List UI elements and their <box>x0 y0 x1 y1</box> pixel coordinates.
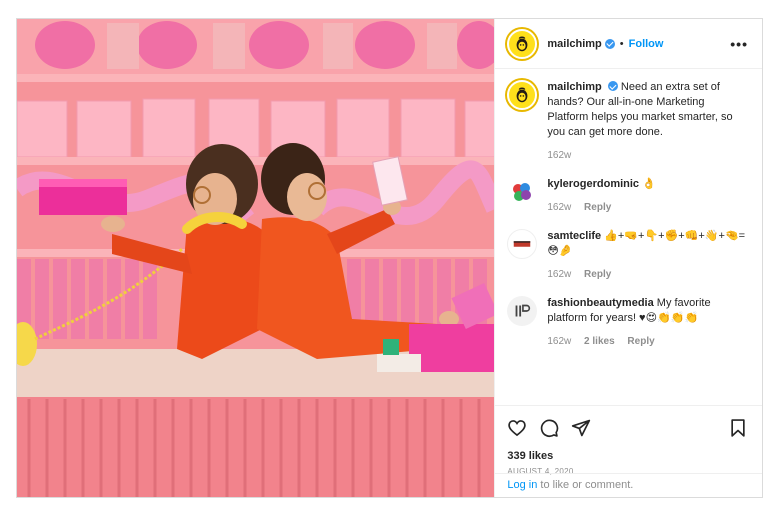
caption-meta: 162w <box>547 148 748 163</box>
avatar-graphic <box>515 304 531 317</box>
post-image <box>17 19 495 497</box>
comment-username[interactable]: samteclife <box>547 230 601 242</box>
mailchimp-logo-icon <box>516 36 528 51</box>
avatar-graphic <box>514 241 531 247</box>
reply-button[interactable]: Reply <box>584 202 611 213</box>
comment-meta: 162w Reply <box>547 200 748 215</box>
comment-meta: 162w Reply <box>547 267 748 282</box>
comment-body: samteclife 👍+🤜+👇+✊+👊+👋+🤏= 😳🤌 162w Reply <box>547 229 748 282</box>
instagram-post: mailchimp • Follow ••• mailchimp Need an… <box>16 18 763 498</box>
more-options-icon[interactable]: ••• <box>730 36 748 52</box>
login-prompt: Log in to like or comment. <box>495 473 762 497</box>
comment-text: 👌 <box>642 178 656 190</box>
comment-body: fashionbeautymedia My favorite platform … <box>547 296 748 349</box>
comment-meta: 162w 2 likes Reply <box>547 334 748 349</box>
reply-button[interactable]: Reply <box>584 269 611 280</box>
comment-likes[interactable]: 2 likes <box>584 336 615 347</box>
caption: mailchimp Need an extra set of hands? Ou… <box>507 80 748 163</box>
action-icons <box>507 416 748 440</box>
comment-username[interactable]: kylerogerdominic <box>547 178 639 190</box>
login-link[interactable]: Log in <box>507 479 537 491</box>
caption-age: 162w <box>547 150 572 161</box>
verified-badge-icon <box>604 38 615 49</box>
comment-username[interactable]: fashionbeautymedia <box>547 297 653 309</box>
bookmark-icon[interactable] <box>728 418 748 438</box>
comment-icon[interactable] <box>539 418 559 438</box>
comments-list[interactable]: mailchimp Need an extra set of hands? Ou… <box>495 70 762 405</box>
avatar-graphic <box>513 183 532 201</box>
comment-item: samteclife 👍+🤜+👇+✊+👊+👋+🤏= 😳🤌 162w Reply <box>507 229 748 282</box>
post-header: mailchimp • Follow ••• <box>495 19 762 69</box>
verified-badge-icon <box>607 81 618 91</box>
caption-avatar[interactable] <box>507 80 538 110</box>
username[interactable]: mailchimp <box>547 38 601 50</box>
caption-username[interactable]: mailchimp <box>547 81 601 93</box>
likes-count[interactable]: 339 likes <box>507 450 748 462</box>
commenter-avatar[interactable] <box>507 229 538 259</box>
avatar[interactable] <box>507 28 538 59</box>
comment-age: 162w <box>547 336 572 347</box>
share-icon[interactable] <box>571 418 591 438</box>
comment-item: fashionbeautymedia My favorite platform … <box>507 296 748 349</box>
post-sidebar: mailchimp • Follow ••• mailchimp Need an… <box>494 19 762 497</box>
separator-dot: • <box>619 37 624 50</box>
commenter-avatar[interactable] <box>507 296 538 326</box>
mailchimp-logo-icon <box>516 87 528 103</box>
heart-icon[interactable] <box>507 418 527 438</box>
comment-body: kylerogerdominic 👌 162w Reply <box>547 177 748 215</box>
comment-age: 162w <box>547 202 572 213</box>
comment-age: 162w <box>547 269 572 280</box>
comment-item: kylerogerdominic 👌 162w Reply <box>507 177 748 215</box>
login-text: to like or comment. <box>537 479 634 491</box>
reply-button[interactable]: Reply <box>627 336 654 347</box>
post-photo[interactable] <box>17 19 495 497</box>
caption-body: mailchimp Need an extra set of hands? Ou… <box>547 80 748 163</box>
commenter-avatar[interactable] <box>507 177 538 207</box>
follow-button[interactable]: Follow <box>629 38 664 50</box>
